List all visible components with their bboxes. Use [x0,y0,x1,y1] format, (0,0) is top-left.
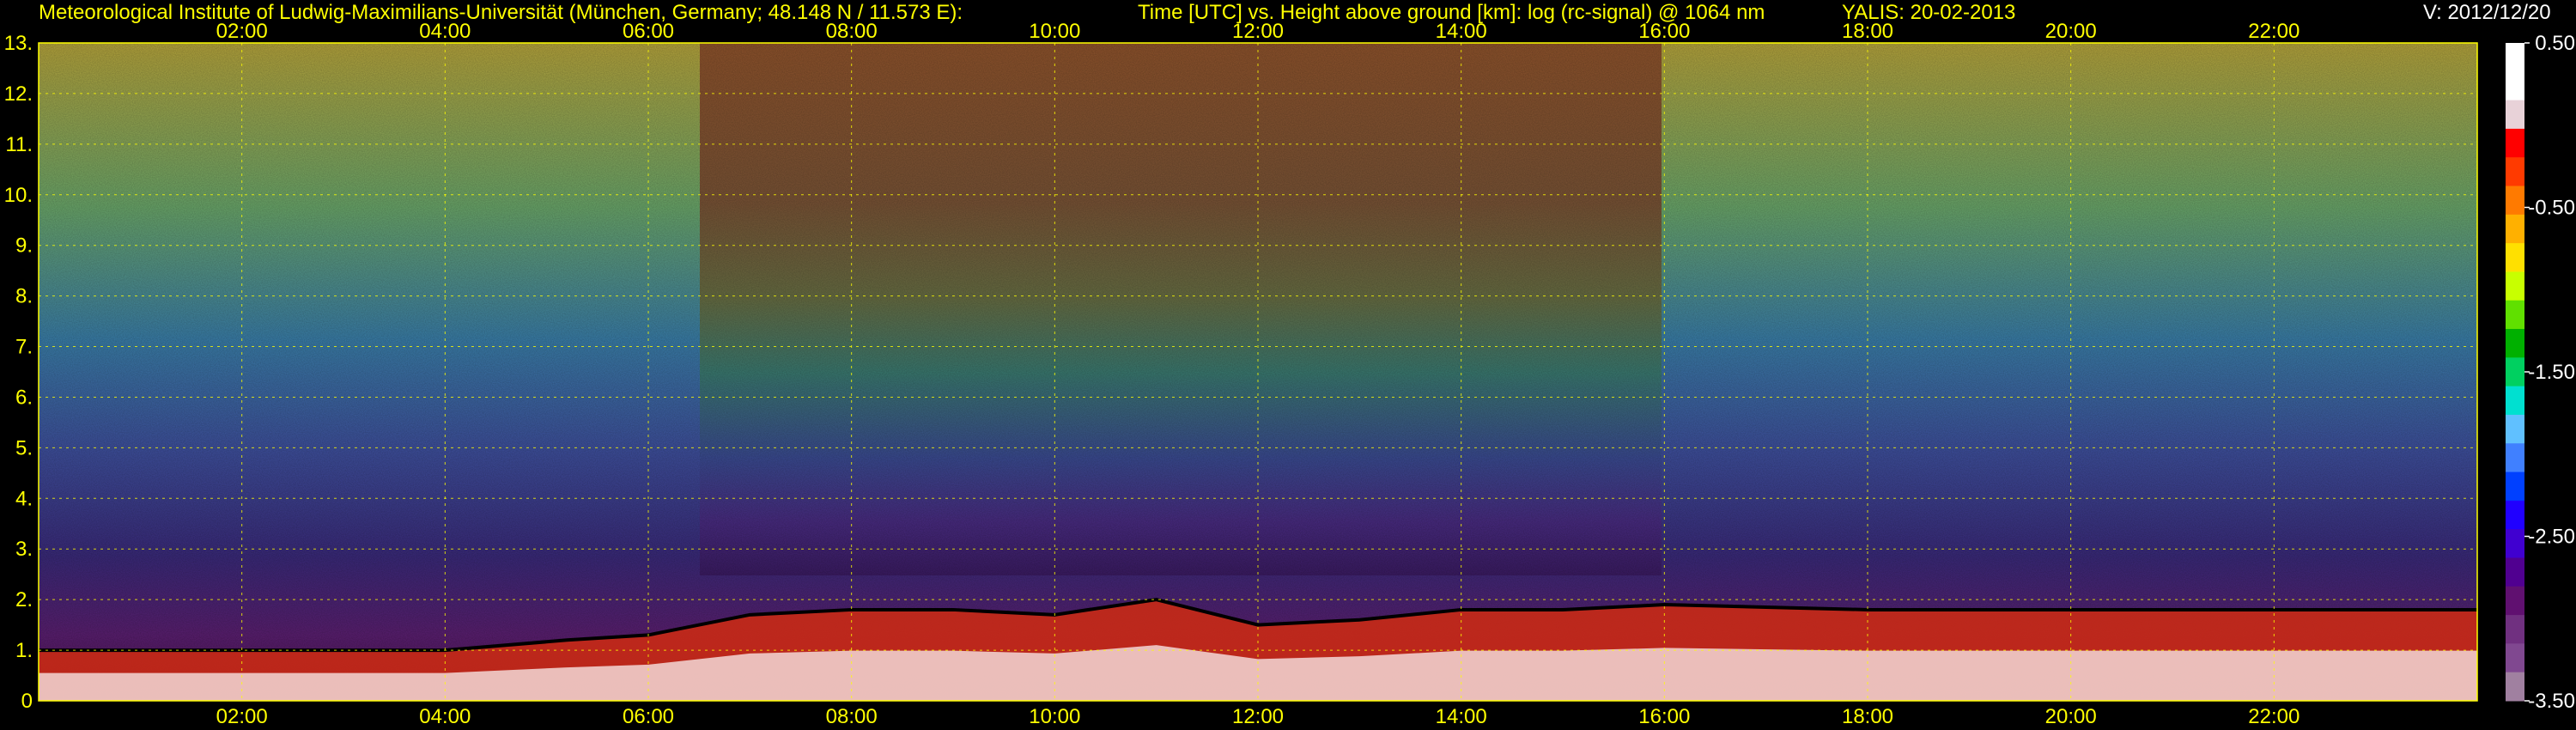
x-tick-label-top: 10:00 [1029,20,1080,43]
colorbar-segment [2506,615,2524,644]
colorbar-segment [2506,500,2524,530]
colorbar-segment [2506,157,2524,187]
x-tick-label-top: 16:00 [1638,20,1690,43]
x-tick-label-top: 18:00 [1842,20,1893,43]
y-tick-label: 13. [4,32,33,55]
y-tick-label: 0 [21,690,33,713]
colorbar-segment [2506,43,2524,72]
x-tick-label-top: 08:00 [826,20,878,43]
y-tick-label: 4. [15,487,33,510]
x-tick-label-top: 04:00 [419,20,471,43]
colorbar-segment [2506,357,2524,387]
colorbar-segment [2506,557,2524,587]
x-tick-label-top: 14:00 [1436,20,1487,43]
y-tick-label: 9. [15,234,33,258]
x-tick-label-top: 06:00 [623,20,674,43]
x-tick-label-top: 02:00 [216,20,268,43]
colorbar-segment [2506,471,2524,502]
colorbar-segment [2506,643,2524,673]
colorbar-segment [2506,386,2524,416]
header-institute: Meteorological Institute of Ludwig-Maxim… [39,1,963,24]
x-tick-label-bottom: 16:00 [1638,705,1690,728]
colorbar-segment [2506,271,2524,301]
header-version: V: 2012/12/20 [2423,1,2551,24]
colorbar [2506,43,2524,702]
x-tick-label-bottom: 02:00 [216,705,268,728]
x-tick-label-bottom: 12:00 [1232,705,1284,728]
colorbar-segment [2506,443,2524,473]
colorbar-segment [2506,100,2524,130]
colorbar-segment [2506,672,2524,702]
colorbar-tick-label: -3.50 [2528,690,2575,713]
colorbar-segment [2506,529,2524,558]
colorbar-segment [2506,186,2524,216]
y-axis: 0 1. 2. 3. 4. 5. 6. 7. 8. 9. 10. 11. 12. 13. [4,32,33,713]
y-tick-label: 2. [15,588,33,611]
y-tick-label: 11. [5,133,33,156]
y-tick-label: 10. [4,184,33,207]
colorbar-segment [2506,586,2524,616]
colorbar-tick-label: -0.50 [2528,197,2575,220]
y-tick-label: 7. [15,336,33,359]
x-tick-label-bottom: 08:00 [826,705,878,728]
colorbar-segment [2506,214,2524,244]
colorbar-tick-label: -1.50 [2528,361,2575,384]
x-tick-label-bottom: 06:00 [623,705,674,728]
x-tick-label-bottom: 18:00 [1842,705,1893,728]
colorbar-ticks: 0.50 -0.50 -1.50 -2.50 -3.50 [2524,32,2575,713]
y-tick-label: 5. [15,436,33,459]
lidar-chart: Meteorological Institute of Ludwig-Maxim… [4,1,2575,728]
colorbar-segment [2506,243,2524,272]
colorbar-segment [2506,71,2524,101]
x-axis-bottom: 02:00 04:00 06:00 08:00 10:00 12:00 14:00 16:00… [216,705,2300,728]
y-tick-label: 12. [4,82,33,106]
colorbar-segment [2506,128,2524,158]
x-tick-label-top: 12:00 [1232,20,1284,43]
colorbar-segment [2506,329,2524,358]
colorbar-segment [2506,414,2524,444]
y-tick-label: 8. [15,285,33,308]
y-tick-label: 1. [15,639,33,662]
colorbar-tick-label: 0.50 [2535,32,2575,55]
x-tick-label-bottom: 04:00 [419,705,471,728]
x-tick-label-bottom: 20:00 [2045,705,2097,728]
colorbar-tick-label: -2.50 [2528,526,2575,549]
x-tick-label-top: 20:00 [2045,20,2097,43]
x-tick-label-bottom: 22:00 [2248,705,2300,728]
y-tick-label: 3. [15,538,33,561]
x-tick-label-bottom: 10:00 [1029,705,1080,728]
y-tick-label: 6. [15,386,33,409]
x-tick-label-top: 22:00 [2248,20,2300,43]
colorbar-segment [2506,300,2524,330]
x-tick-label-bottom: 14:00 [1436,705,1487,728]
